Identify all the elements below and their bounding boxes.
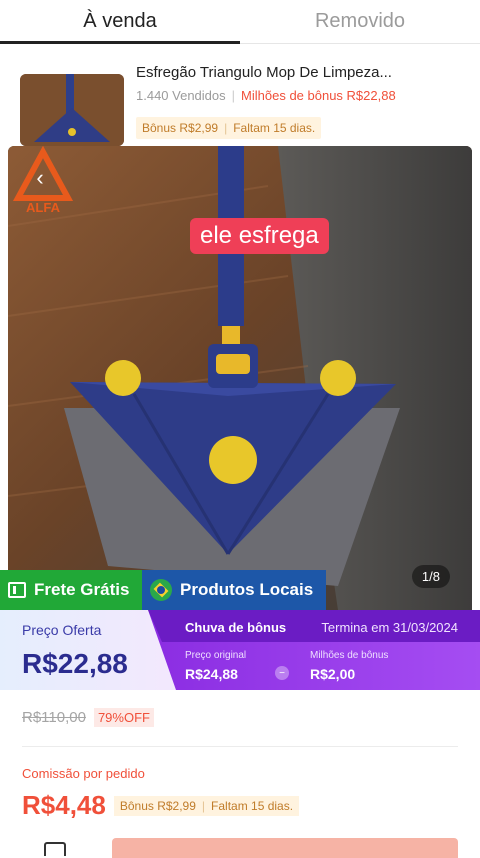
svg-text:ALFA: ALFA bbox=[26, 200, 61, 215]
bonus-rain-end-date: Termina em 31/03/2024 bbox=[321, 620, 458, 635]
commission-row: R$4,48 Bônus R$2,99 | Faltam 15 dias. bbox=[22, 790, 300, 821]
sold-count: 1.440 Vendidos bbox=[136, 88, 226, 103]
millions-bonus-value: R$2,00 bbox=[310, 666, 356, 682]
original-price-value: R$24,88 bbox=[185, 666, 238, 682]
back-arrow-icon[interactable]: ‹ bbox=[26, 164, 54, 192]
price-banner: Preço Oferta R$22,88 Chuva de bônus Term… bbox=[0, 610, 480, 690]
free-shipping-label: Frete Grátis bbox=[34, 580, 130, 599]
discount-badge: 79%OFF bbox=[93, 708, 154, 727]
tab-label: À venda bbox=[83, 10, 157, 32]
original-price-label: Preço original bbox=[185, 650, 247, 661]
discount-row: R$110,00 79%OFF bbox=[22, 708, 154, 727]
bonus-rain-box: Chuva de bônus Termina em 31/03/2024 Pre… bbox=[148, 610, 480, 690]
bottom-action-bar bbox=[0, 836, 480, 858]
old-price: R$110,00 bbox=[22, 709, 86, 726]
bonus-tag: Bônus R$2,99 | Faltam 15 dias. bbox=[136, 117, 322, 139]
tab-a-venda[interactable]: À venda bbox=[0, 0, 240, 44]
minus-icon: − bbox=[275, 666, 289, 680]
brazil-flag-icon bbox=[150, 579, 172, 601]
bonus-amount: Bônus R$2,99 bbox=[119, 798, 196, 813]
days-left: Faltam 15 dias. bbox=[233, 121, 316, 135]
tab-bar: À venda Removido bbox=[0, 0, 480, 44]
primary-action-button[interactable] bbox=[112, 838, 458, 858]
millions-bonus-label: Milhões de bônus bbox=[310, 650, 389, 661]
bonus-millions: Milhões de bônus R$22,88 bbox=[241, 88, 396, 103]
truck-icon bbox=[8, 582, 26, 598]
commission-label: Comissão por pedido bbox=[22, 766, 145, 781]
offer-price: R$22,88 bbox=[22, 648, 128, 679]
tab-removido[interactable]: Removido bbox=[240, 0, 480, 43]
product-title: Esfregão Triangulo Mop De Limpeza... bbox=[136, 64, 392, 81]
days-left: Faltam 15 dias. bbox=[211, 798, 294, 813]
separator: | bbox=[224, 121, 228, 135]
free-shipping-badge: Frete Grátis bbox=[0, 570, 142, 610]
video-caption: ele esfrega bbox=[190, 218, 329, 254]
tab-label: Removido bbox=[314, 10, 406, 32]
product-sales-line: 1.440 Vendidos | Milhões de bônus R$22,88 bbox=[136, 88, 396, 103]
product-image-carousel[interactable]: ALFA ‹ ele esfrega 1/8 bbox=[8, 146, 472, 610]
product-summary[interactable]: Esfregão Triangulo Mop De Limpeza... 1.4… bbox=[20, 60, 470, 146]
local-products-badge: Produtos Locais bbox=[142, 570, 326, 610]
bonus-amount: Bônus R$2,99 bbox=[142, 121, 219, 135]
bonus-rain-title: Chuva de bônus bbox=[185, 620, 287, 635]
commission-value: R$4,48 bbox=[22, 790, 106, 820]
commission-bonus-tag: Bônus R$2,99 | Faltam 15 dias. bbox=[113, 795, 300, 816]
divider bbox=[22, 746, 458, 747]
separator: | bbox=[231, 88, 236, 103]
product-badges: Frete Grátis Produtos Locais bbox=[0, 570, 326, 610]
separator: | bbox=[201, 798, 206, 813]
product-thumbnail bbox=[20, 74, 124, 146]
image-counter: 1/8 bbox=[411, 565, 450, 588]
offer-label: Preço Oferta bbox=[22, 622, 102, 638]
local-products-label: Produtos Locais bbox=[180, 580, 314, 599]
offer-price-box: Preço Oferta R$22,88 bbox=[0, 610, 176, 690]
